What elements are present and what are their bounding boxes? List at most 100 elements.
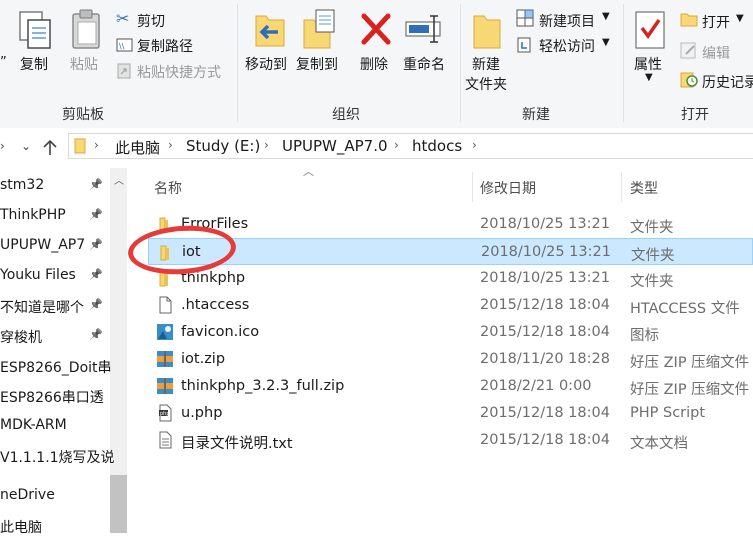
file-type: 文本文档 <box>630 436 688 452</box>
new-folder-icon <box>473 15 501 49</box>
file-row[interactable]: 目录文件说明.txt 2015/12/18 18:04 文本文档 <box>148 427 753 454</box>
new-item-button[interactable]: 新建项目 <box>539 11 595 31</box>
sort-ascending-chevron-icon: ︿ <box>303 165 314 178</box>
breadcrumb-study-drive[interactable]: Study (E:) <box>186 137 260 155</box>
file-type: PHP Script <box>630 405 706 421</box>
file-modified-date: 2015/12/18 18:04 <box>480 432 610 448</box>
sidebar-item[interactable]: ESP8266串口透 <box>0 387 104 407</box>
column-divider[interactable] <box>472 172 473 202</box>
sidebar-item[interactable]: 此电脑 <box>0 517 42 537</box>
file-modified-date: 2018/11/20 18:28 <box>480 351 610 367</box>
pin-icon[interactable]: 📌 <box>89 178 103 191</box>
open-icon <box>680 13 698 27</box>
copy-button[interactable]: 复制 <box>20 54 48 74</box>
delete-icon <box>361 13 391 45</box>
navigation-scrollbar-thumb[interactable] <box>110 475 127 533</box>
new-folder-button[interactable]: 新建 <box>472 54 500 74</box>
cut-button[interactable]: 剪切 <box>137 11 165 31</box>
breadcrumb-chevron-icon[interactable]: › <box>264 138 269 152</box>
up-arrow-icon[interactable] <box>42 138 58 156</box>
file-type: 文件夹 <box>630 220 674 236</box>
file-name: 目录文件说明.txt <box>181 436 293 452</box>
paste-button[interactable]: 粘贴 <box>70 54 98 74</box>
paste-shortcut-icon <box>117 63 131 79</box>
file-row[interactable]: iot 2018/10/25 13:21 文件夹 <box>148 238 753 265</box>
breadcrumb-chevron-icon[interactable]: › <box>168 138 173 152</box>
sidebar-item[interactable]: 不知道是哪个 <box>0 297 84 317</box>
ribbon-divider <box>460 4 461 122</box>
file-modified-date: 2018/2/21 0:00 <box>480 378 592 394</box>
new-item-chevron-down-icon[interactable]: ▼ <box>602 11 610 22</box>
column-header-type[interactable]: 类型 <box>630 178 658 198</box>
file-modified-date: 2018/10/25 13:21 <box>480 216 610 232</box>
file-row[interactable]: iot.zip 2018/11/20 18:28 好压 ZIP 压缩文件 <box>148 346 753 373</box>
file-row[interactable]: thinkphp_3.2.3_full.zip 2018/2/21 0:00 好压 … <box>148 373 753 400</box>
recent-locations-chevron-down-icon[interactable]: ⌄ <box>21 139 31 153</box>
blank-file-icon <box>156 296 174 314</box>
file-name: .htaccess <box>181 297 250 313</box>
file-row[interactable]: .htaccess 2015/12/18 18:04 HTACCESS 文件 <box>148 292 753 319</box>
scroll-up-chevron-icon[interactable]: ︿ <box>114 172 124 187</box>
organize-group-label: 组织 <box>332 107 360 123</box>
copy-path-button[interactable]: 复制路径 <box>137 36 193 56</box>
file-row[interactable]: php u.php 2015/12/18 18:04 PHP Script <box>148 400 753 427</box>
move-to-icon <box>255 15 285 47</box>
open-button[interactable]: 打开 <box>702 12 730 32</box>
move-to-button[interactable]: 移动到 <box>245 54 287 74</box>
breadcrumb-htdocs[interactable]: htdocs <box>412 137 462 155</box>
easy-access-button[interactable]: 轻松访问 <box>539 36 595 56</box>
properties-chevron-down-icon[interactable]: ▼ <box>645 72 653 83</box>
archive-icon <box>156 377 174 395</box>
pin-icon[interactable]: 📌 <box>89 298 103 311</box>
svg-text:php: php <box>160 411 170 417</box>
delete-button[interactable]: 删除 <box>360 54 388 74</box>
paste-shortcut-button[interactable]: 粘贴快捷方式 <box>137 62 221 82</box>
copy-path-icon: \\ <box>116 38 133 52</box>
sidebar-item[interactable]: ThinkPHP <box>0 207 66 223</box>
file-type: 好压 ZIP 压缩文件 <box>630 355 750 371</box>
sidebar-item[interactable]: stm32 <box>0 177 44 193</box>
file-row[interactable]: thinkphp 2018/10/25 13:21 文件夹 <box>148 265 753 292</box>
open-chevron-down-icon[interactable]: ▼ <box>736 13 744 24</box>
back-chevron-icon[interactable]: › <box>0 139 5 153</box>
breadcrumb-chevron-icon[interactable]: › <box>472 138 477 152</box>
sidebar-item[interactable]: UPUPW_AP7 <box>0 237 85 253</box>
file-name: thinkphp_3.2.3_full.zip <box>181 378 345 394</box>
pin-icon[interactable]: 📌 <box>89 268 103 281</box>
file-row[interactable]: favicon.ico 2015/12/18 18:04 图标 <box>148 319 753 346</box>
file-row[interactable]: ErrorFiles 2018/10/25 13:21 文件夹 <box>148 211 753 238</box>
pin-icon[interactable]: 📌 <box>89 328 103 341</box>
copy-to-button[interactable]: 复制到 <box>296 54 338 74</box>
sidebar-item[interactable]: 穿梭机 <box>0 327 42 347</box>
breadcrumb-upupw[interactable]: UPUPW_AP7.0 <box>282 137 388 155</box>
file-modified-date: 2018/10/25 13:21 <box>480 270 610 286</box>
column-header-name[interactable]: 名称 <box>154 178 182 198</box>
rename-button[interactable]: 重命名 <box>403 54 445 74</box>
easy-access-chevron-down-icon[interactable]: ▼ <box>602 37 610 48</box>
pin-icon[interactable]: 📌 <box>89 208 103 221</box>
sidebar-item[interactable]: V1.1.1.1烧写及说 <box>0 447 115 467</box>
column-header-modified[interactable]: 修改日期 <box>480 178 536 198</box>
ribbon: ” 复制 粘贴 ✂ 剪切 \\ 复制路径 粘贴快捷方式 剪贴板 移动到 复制到 <box>0 0 753 129</box>
file-modified-date: 2015/12/18 18:04 <box>480 297 610 313</box>
sidebar-item[interactable]: MDK-ARM <box>0 417 67 433</box>
copy-to-icon <box>303 9 335 49</box>
folder-icon <box>74 138 86 154</box>
sidebar-item[interactable]: neDrive <box>0 487 55 503</box>
copy-icon <box>19 11 51 49</box>
ribbon-divider <box>237 4 238 122</box>
file-modified-date: 2015/12/18 18:04 <box>480 324 610 340</box>
sidebar-item[interactable]: ESP8266_Doit串 <box>0 357 112 377</box>
breadcrumb-chevron-icon[interactable]: › <box>394 138 399 152</box>
breadcrumb-chevron-icon[interactable]: › <box>94 138 99 152</box>
file-name: iot.zip <box>181 351 226 367</box>
edit-icon <box>680 42 696 59</box>
pin-icon[interactable]: 📌 <box>89 238 103 251</box>
sidebar-item[interactable]: Youku Files <box>0 267 76 283</box>
edit-button[interactable]: 编辑 <box>702 43 730 63</box>
column-divider[interactable] <box>621 172 622 202</box>
properties-button[interactable]: 属性 <box>634 54 662 74</box>
breadcrumb-this-pc[interactable]: 此电脑 <box>115 137 160 158</box>
history-button[interactable]: 历史记录 <box>702 72 753 92</box>
text-file-icon <box>156 431 174 449</box>
